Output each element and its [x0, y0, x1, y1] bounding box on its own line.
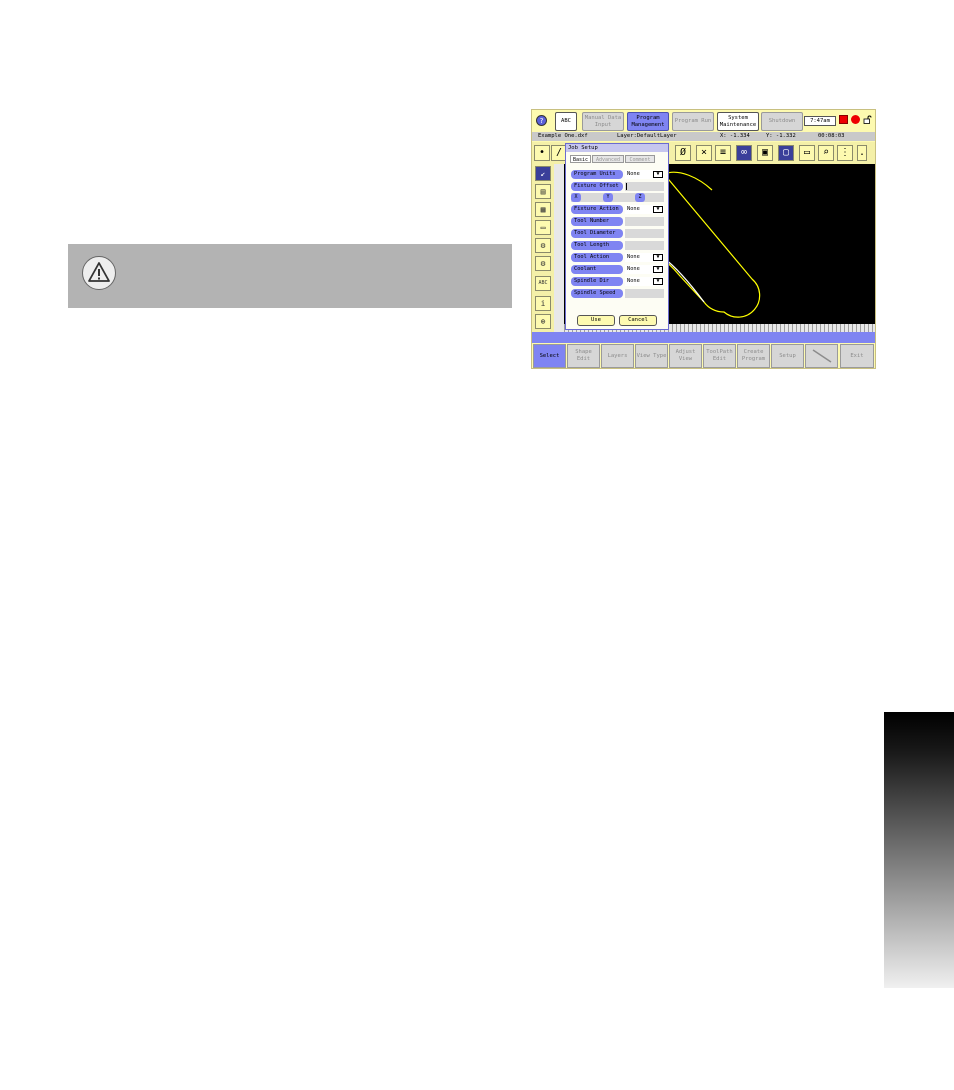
fixture-action-label: Fixture Action: [571, 205, 623, 214]
coolant-label: Coolant: [571, 265, 623, 274]
manual-data-input-button[interactable]: Manual Data Input: [582, 112, 624, 131]
program-units-value: None: [627, 171, 640, 177]
layers-softkey[interactable]: Layers: [601, 344, 634, 368]
chevron-down-icon[interactable]: ▼: [653, 206, 663, 213]
program-units-label: Program Units: [571, 170, 623, 179]
spindle-speed-field[interactable]: [625, 289, 664, 298]
z-axis-button[interactable]: Z: [635, 193, 645, 202]
chevron-down-icon[interactable]: ▼: [653, 266, 663, 273]
file-name: Example One.dxf: [538, 133, 588, 139]
info-tool-icon[interactable]: i: [535, 296, 551, 311]
zoom-icon[interactable]: ⌕: [818, 145, 834, 161]
cancel-button[interactable]: Cancel: [619, 315, 657, 326]
program-management-button[interactable]: Program Management: [627, 112, 669, 131]
job-setup-dialog: Job Setup Basic Advanced Comment Program…: [565, 143, 669, 330]
y-axis-button[interactable]: Y: [603, 193, 613, 202]
tool-number-label: Tool Number: [571, 217, 623, 226]
softkey-bar: Select Shape Edit Layers View Type Adjus…: [532, 344, 875, 368]
table-tool-icon[interactable]: ▦: [535, 202, 551, 217]
fixture-offset-field[interactable]: [625, 182, 664, 191]
grid-icon[interactable]: ⋮: [837, 145, 853, 161]
list-tool-icon[interactable]: ≡: [715, 145, 731, 161]
clock: 7:47am: [804, 116, 836, 126]
blank-softkey[interactable]: [805, 344, 838, 368]
tab-advanced[interactable]: Advanced: [592, 155, 624, 163]
abc-tool-icon[interactable]: ABC: [535, 276, 551, 291]
spindle-speed-label: Spindle Speed: [571, 289, 623, 298]
chapter-side-tab: [884, 712, 954, 988]
lock-icon[interactable]: [863, 115, 872, 124]
more-tools-icon[interactable]: .: [857, 145, 867, 161]
coolant-value: None: [627, 266, 640, 272]
record-icon: [851, 115, 860, 124]
fixture-action-select[interactable]: None ▼: [625, 205, 664, 214]
diameter-tool-icon[interactable]: Ø: [675, 145, 691, 161]
window-tool-icon[interactable]: ▭: [535, 220, 551, 235]
system-maintenance-button[interactable]: System Maintenance: [717, 112, 759, 131]
layer-name: Layer:DefaultLayer: [617, 133, 677, 139]
program-run-button[interactable]: Program Run: [672, 112, 714, 131]
pointer-tool-icon[interactable]: ↙: [535, 166, 551, 181]
coolant-select[interactable]: None ▼: [625, 265, 664, 274]
exit-softkey[interactable]: Exit: [840, 344, 874, 368]
tool-action-select[interactable]: None ▼: [625, 253, 664, 262]
link-tool-icon[interactable]: ∞: [736, 145, 752, 161]
tool-diameter-label: Tool Diameter: [571, 229, 623, 238]
fixture-action-value: None: [627, 206, 640, 212]
spindle-dir-value: None: [627, 278, 640, 284]
spindle-dir-label: Spindle Dir: [571, 277, 623, 286]
create-program-softkey[interactable]: Create Program: [737, 344, 770, 368]
status-info-bar: Example One.dxf Layer:DefaultLayer X: -1…: [532, 132, 875, 141]
vertical-ruler: [554, 164, 564, 332]
spindle-dir-select[interactable]: None ▼: [625, 277, 664, 286]
chevron-down-icon[interactable]: ▼: [653, 171, 663, 178]
setup-softkey[interactable]: Setup: [771, 344, 804, 368]
select-box-icon[interactable]: ▭: [799, 145, 815, 161]
x-axis-button[interactable]: X: [571, 193, 581, 202]
chevron-down-icon[interactable]: ▼: [653, 254, 663, 261]
tab-basic[interactable]: Basic: [570, 155, 591, 163]
elapsed-time: 00:08:03: [818, 133, 845, 139]
axis-row: X Y Z: [571, 193, 664, 202]
dialog-title: Job Setup: [566, 144, 668, 152]
dro-screen: ? ABC Manual Data Input Program Manageme…: [531, 109, 876, 369]
y-coordinate: Y: -1.332: [766, 133, 796, 139]
view-type-softkey[interactable]: View Type: [635, 344, 668, 368]
adjust-view-softkey[interactable]: Adjust View: [669, 344, 702, 368]
settings-tool-icon[interactable]: ⚙: [535, 256, 551, 271]
tool-action-value: None: [627, 254, 640, 260]
fixture-offset-label: Fixture Offset: [571, 182, 623, 191]
gear-tool-icon[interactable]: ⚙: [535, 238, 551, 253]
help-icon[interactable]: ?: [536, 115, 547, 126]
select-softkey[interactable]: Select: [533, 344, 566, 368]
abc-button[interactable]: ABC: [555, 112, 577, 131]
tool-diameter-field[interactable]: [625, 229, 664, 238]
program-units-select[interactable]: None ▼: [625, 170, 664, 179]
tool-number-field[interactable]: [625, 217, 664, 226]
left-toolbar: ↙ ▤ ▦ ▭ ⚙ ⚙ ABC i ⊕: [532, 164, 554, 332]
tool-length-field[interactable]: [625, 241, 664, 250]
tool-action-label: Tool Action: [571, 253, 623, 262]
disk-tool-icon[interactable]: ▣: [757, 145, 773, 161]
shape-edit-softkey[interactable]: Shape Edit: [567, 344, 600, 368]
warning-icon: [82, 256, 116, 290]
frame-tool-icon[interactable]: ▢: [778, 145, 794, 161]
chevron-down-icon[interactable]: ▼: [653, 278, 663, 285]
alarm-icon: [839, 115, 848, 124]
warning-note: [68, 244, 512, 308]
message-bar: [532, 332, 875, 343]
top-arc: [663, 171, 713, 191]
probe-tool-icon[interactable]: ⊕: [535, 314, 551, 329]
use-button[interactable]: Use: [577, 315, 615, 326]
tab-comment[interactable]: Comment: [625, 155, 655, 163]
layer-tool-icon[interactable]: ▤: [535, 184, 551, 199]
delete-tool-icon[interactable]: ×: [696, 145, 712, 161]
tool-length-label: Tool Length: [571, 241, 623, 250]
point-tool-icon[interactable]: •: [534, 145, 550, 161]
toolpath-edit-softkey[interactable]: ToolPath Edit: [703, 344, 736, 368]
shutdown-button[interactable]: Shutdown: [761, 112, 803, 131]
x-coordinate: X: -1.334: [720, 133, 750, 139]
text-cursor: [626, 183, 627, 190]
